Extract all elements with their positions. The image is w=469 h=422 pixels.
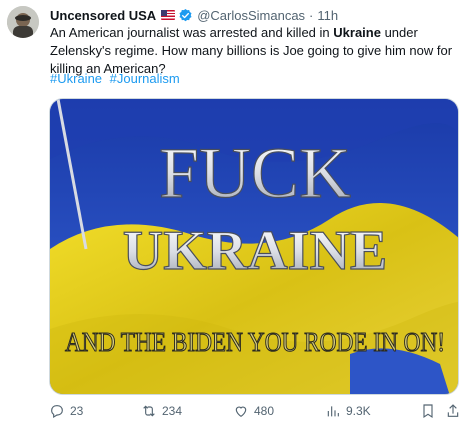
reply-icon [51, 405, 63, 419]
avatar[interactable] [7, 6, 39, 38]
tweet: Uncensored USA @CarlosSimancas · 11h An … [0, 0, 469, 422]
tweet-text-bold: Ukraine [333, 25, 381, 40]
repost-button[interactable]: 234 [141, 401, 182, 421]
tweet-text: An American journalist was arrested and … [50, 24, 465, 78]
share-icon [447, 404, 459, 417]
views-icon [327, 406, 339, 417]
views-button[interactable]: 9.3K [325, 401, 371, 421]
post-image[interactable]: FUCK UKRAINE AND THE BIDEN YOU RODE IN O… [49, 98, 459, 395]
verified-icon[interactable] [178, 8, 193, 23]
bookmark-icon [423, 404, 433, 419]
us-flag-emoji [161, 10, 176, 20]
like-icon [235, 406, 247, 418]
image-text-line2: UKRAINE [123, 220, 387, 282]
reply-count: 23 [70, 404, 84, 418]
share-button[interactable] [445, 401, 461, 421]
like-button[interactable]: 480 [233, 401, 274, 421]
views-count: 9.3K [346, 404, 371, 418]
author-handle[interactable]: @CarlosSimancas [197, 8, 305, 23]
display-name[interactable]: Uncensored USA [50, 8, 156, 23]
image-text-line1: FUCK [159, 133, 351, 213]
hashtag-journalism[interactable]: #Journalism [110, 71, 180, 86]
repost-count: 234 [162, 404, 183, 418]
like-count: 480 [254, 404, 275, 418]
separator-dot: · [309, 7, 314, 23]
image-text-line3: AND THE BIDEN YOU RODE IN ON! [65, 327, 445, 357]
hashtag-ukraine[interactable]: #Ukraine [50, 71, 102, 86]
repost-icon [143, 405, 155, 417]
post-time[interactable]: 11h [317, 8, 338, 23]
tweet-header: Uncensored USA @CarlosSimancas · 11h [50, 7, 338, 23]
hashtags: #Ukraine #Journalism [50, 71, 184, 87]
action-bar: 23 234 480 9.3K [0, 401, 469, 421]
bookmark-button[interactable] [420, 401, 436, 421]
reply-button[interactable]: 23 [49, 401, 83, 421]
tweet-text-part1: An American journalist was arrested and … [50, 25, 334, 40]
